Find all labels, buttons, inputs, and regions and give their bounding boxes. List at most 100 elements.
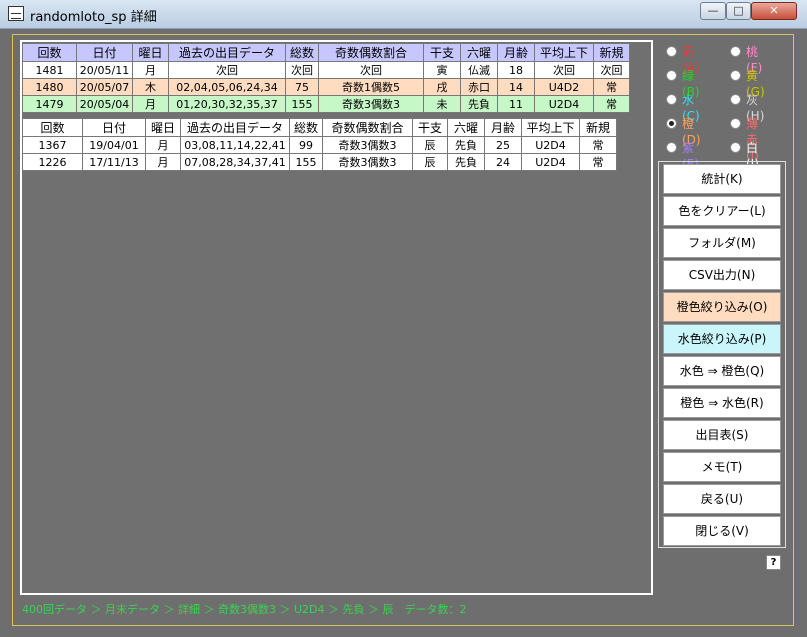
cell: 仏滅 (460, 61, 498, 79)
cell: 奇数1偶数5 (318, 78, 424, 96)
cell: 常 (593, 78, 630, 96)
help-button[interactable]: ? (766, 555, 781, 570)
table-row[interactable]: 1226 17/11/13 月 07,08,28,34,37,41 155 奇数… (22, 153, 617, 171)
cell: 1226 (22, 153, 83, 171)
radio-dot[interactable] (666, 46, 677, 57)
cell: 月 (132, 61, 169, 79)
col-header-moon-age[interactable]: 月齢 (484, 118, 522, 137)
table-row[interactable]: 1479 20/05/04 月 01,20,30,32,35,37 155 奇数… (22, 95, 630, 113)
cell: 07,08,28,34,37,41 (180, 153, 290, 171)
col-header-past-numbers[interactable]: 過去の出目データ (180, 118, 290, 137)
cell: U2D4 (521, 153, 580, 171)
minimize-button[interactable]: — (700, 2, 726, 20)
col-header-zodiac[interactable]: 干支 (412, 118, 448, 137)
cell: 戌 (423, 78, 461, 96)
folder-button[interactable]: フォルダ(M) (663, 228, 781, 258)
stats-button[interactable]: 統計(K) (663, 164, 781, 194)
cell: 月 (132, 95, 169, 113)
clear-color-button[interactable]: 色をクリアー(L) (663, 196, 781, 226)
col-header-odd-even[interactable]: 奇数偶数割合 (322, 118, 413, 137)
close-button[interactable]: 閉じる(V) (663, 516, 781, 546)
cell: 19/04/01 (82, 136, 146, 154)
col-header-date[interactable]: 日付 (82, 118, 146, 137)
cell: 01,20,30,32,35,37 (168, 95, 286, 113)
radio-dot[interactable] (730, 142, 741, 153)
col-header-weekday[interactable]: 曜日 (145, 118, 181, 137)
col-header-zodiac[interactable]: 干支 (423, 43, 461, 62)
cell: 月 (145, 136, 181, 154)
col-header-total[interactable]: 総数 (289, 118, 323, 137)
cyan-to-orange-button[interactable]: 水色 ⇒ 橙色(Q) (663, 356, 781, 386)
cell: 先負 (447, 153, 485, 171)
cell: 次回 (593, 61, 630, 79)
col-header-moon-age[interactable]: 月齢 (497, 43, 535, 62)
csv-export-button[interactable]: CSV出力(N) (663, 260, 781, 290)
col-header-new[interactable]: 新規 (593, 43, 630, 62)
col-header-past-numbers[interactable]: 過去の出目データ (168, 43, 286, 62)
col-header-avg-updown[interactable]: 平均上下 (521, 118, 580, 137)
cell: 奇数3偶数3 (318, 95, 424, 113)
radio-dot[interactable] (666, 142, 677, 153)
cell: 奇数3偶数3 (322, 136, 413, 154)
cell: 20/05/07 (76, 78, 133, 96)
cell: 1367 (22, 136, 83, 154)
table-header-row: 回数 日付 曜日 過去の出目データ 総数 奇数偶数割合 干支 六曜 月齢 平均上… (22, 43, 630, 62)
col-header-rokuyo[interactable]: 六曜 (447, 118, 485, 137)
table-row[interactable]: 1481 20/05/11 月 次回 次回 次回 寅 仏滅 18 次回 次回 (22, 61, 630, 79)
radio-dot[interactable] (730, 70, 741, 81)
cell: 75 (285, 78, 319, 96)
cell: 155 (285, 95, 319, 113)
maximize-button[interactable]: □ (726, 2, 751, 20)
filtered-draws-table: 回数 日付 曜日 過去の出目データ 総数 奇数偶数割合 干支 六曜 月齢 平均上… (22, 118, 617, 171)
memo-button[interactable]: メモ(T) (663, 452, 781, 482)
close-window-button[interactable]: ✕ (751, 2, 797, 20)
status-breadcrumb: 400回データ ＞ 月末データ ＞ 詳細 ＞ 奇数3偶数3 ＞ U2D4 ＞ 先… (22, 603, 467, 616)
cell: 02,04,05,06,24,34 (168, 78, 286, 96)
cell: 未 (423, 95, 461, 113)
cell: U2D4 (521, 136, 580, 154)
cell: 常 (579, 136, 617, 154)
cell: 木 (132, 78, 169, 96)
col-header-avg-updown[interactable]: 平均上下 (534, 43, 594, 62)
cell: 先負 (447, 136, 485, 154)
app-window: randomloto_sp 詳細 — □ ✕ 回数 日付 曜日 過去の出目データ… (0, 0, 807, 637)
col-header-weekday[interactable]: 曜日 (132, 43, 169, 62)
window-title: randomloto_sp 詳細 (30, 10, 157, 25)
app-chart-icon (8, 6, 24, 21)
radio-dot[interactable] (666, 94, 677, 105)
outcome-table-button[interactable]: 出目表(S) (663, 420, 781, 450)
cell: 月 (145, 153, 181, 171)
cell: 次回 (285, 61, 319, 79)
cell: 赤口 (460, 78, 498, 96)
cell: 奇数3偶数3 (322, 153, 413, 171)
radio-dot[interactable] (666, 70, 677, 81)
col-header-rokuyo[interactable]: 六曜 (460, 43, 498, 62)
radio-dot[interactable] (730, 118, 741, 129)
orange-filter-button[interactable]: 橙色絞り込み(O) (663, 292, 781, 322)
cell: 辰 (412, 153, 448, 171)
cell: 17/11/13 (82, 153, 146, 171)
cell: 次回 (318, 61, 424, 79)
radio-dot[interactable] (730, 46, 741, 57)
col-header-round[interactable]: 回数 (22, 118, 83, 137)
table-row[interactable]: 1480 20/05/07 木 02,04,05,06,24,34 75 奇数1… (22, 78, 630, 96)
cyan-filter-button[interactable]: 水色絞り込み(P) (663, 324, 781, 354)
radio-dot[interactable] (730, 94, 741, 105)
cell: 03,08,11,14,22,41 (180, 136, 290, 154)
cell: 1481 (22, 61, 77, 79)
back-button[interactable]: 戻る(U) (663, 484, 781, 514)
col-header-round[interactable]: 回数 (22, 43, 77, 62)
cell: 次回 (168, 61, 286, 79)
col-header-date[interactable]: 日付 (76, 43, 133, 62)
table-row[interactable]: 1367 19/04/01 月 03,08,11,14,22,41 99 奇数3… (22, 136, 617, 154)
orange-to-cyan-button[interactable]: 橙色 ⇒ 水色(R) (663, 388, 781, 418)
col-header-new[interactable]: 新規 (579, 118, 617, 137)
cell: 25 (484, 136, 522, 154)
cell: 1479 (22, 95, 77, 113)
table-header-row: 回数 日付 曜日 過去の出目データ 総数 奇数偶数割合 干支 六曜 月齢 平均上… (22, 118, 617, 137)
cell: 常 (593, 95, 630, 113)
col-header-total[interactable]: 総数 (285, 43, 319, 62)
radio-dot-selected[interactable] (666, 118, 677, 129)
cell: 18 (497, 61, 535, 79)
col-header-odd-even[interactable]: 奇数偶数割合 (318, 43, 424, 62)
